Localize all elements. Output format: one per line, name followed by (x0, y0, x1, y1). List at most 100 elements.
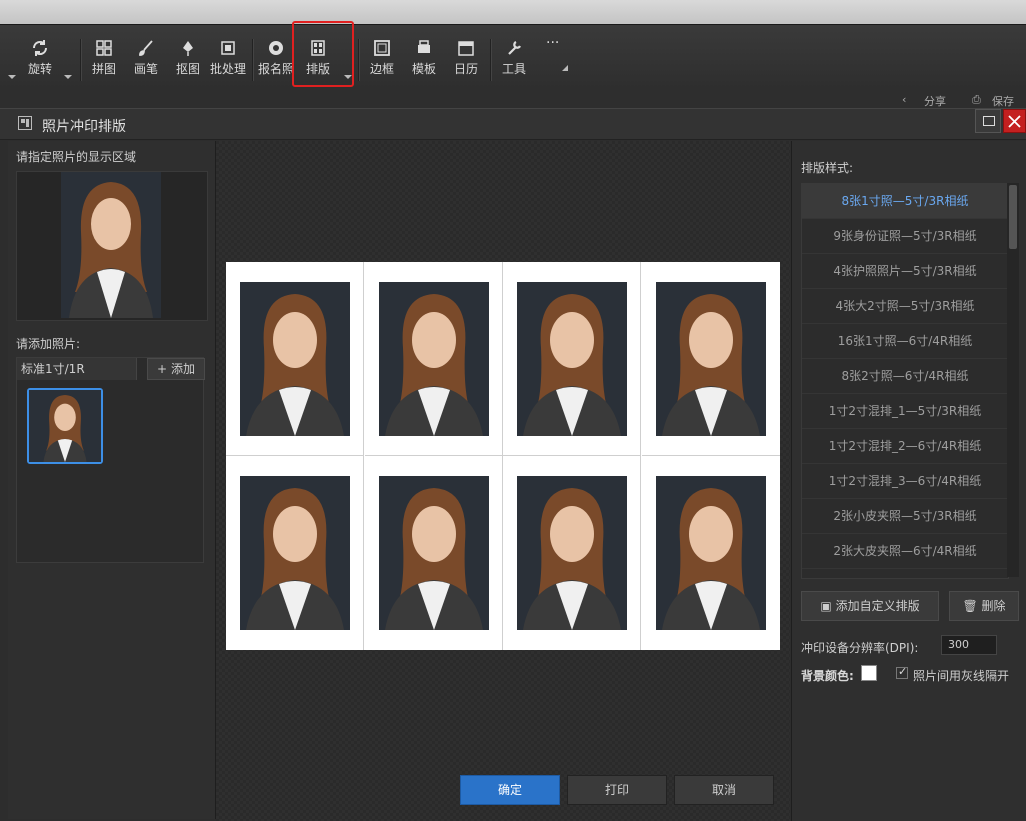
cancel-button[interactable]: 取消 (674, 775, 774, 805)
layout-style-item[interactable]: 8张2寸照—6寸/4R相纸 (802, 359, 1008, 394)
sub-toolbar: ‹ 分享 ⎙ 保存 (0, 88, 1026, 108)
chevron-down-icon[interactable] (8, 75, 16, 79)
layout-cell[interactable] (364, 262, 503, 456)
share-button[interactable]: 分享 (924, 93, 946, 109)
toolbar-label: 报名照 (257, 62, 294, 76)
share-icon[interactable]: ‹ (902, 93, 906, 106)
layout-cell[interactable] (503, 456, 641, 650)
left-panel: 请指定照片的显示区域 请添加照片: 标准1寸/1R + 添加 (8, 141, 216, 819)
add-photo-button-label: 添加 (170, 362, 195, 376)
layout-style-item[interactable]: 9张身份证照—5寸/3R相纸 (802, 219, 1008, 254)
maximize-button[interactable] (975, 109, 1001, 133)
calendar-icon (458, 41, 474, 56)
display-area-label: 请指定照片的显示区域 (16, 150, 137, 164)
id-photo (378, 282, 489, 436)
toolbar-rotate-button[interactable]: 旋转 (18, 39, 62, 77)
close-button[interactable] (1003, 109, 1026, 133)
layout-icon (18, 116, 32, 130)
template-icon (418, 40, 430, 53)
id-photo (378, 476, 489, 630)
layout-cell[interactable] (226, 262, 364, 456)
layout-cell[interactable] (641, 262, 780, 456)
add-layout-icon: ▣ (820, 599, 832, 613)
more-button[interactable]: ··· (546, 35, 559, 51)
toolbar-cutout-button[interactable]: 抠图 (166, 39, 210, 77)
save-button[interactable]: 保存 (992, 93, 1014, 109)
layout-style-item[interactable]: 16张1寸照—6寸/4R相纸 (802, 324, 1008, 359)
main-toolbar: 旋转 拼图 画笔 抠图 批处理 报名照 排版 边框 模板 日历 工具 ··· (0, 24, 1026, 89)
layout-canvas[interactable]: 确定 打印 取消 (216, 141, 790, 821)
add-photo-label: 请添加照片: (16, 337, 81, 351)
expand-corner-icon[interactable] (562, 65, 568, 71)
check-icon: ✓ (898, 665, 908, 678)
layout-style-item[interactable]: 1寸2寸混排_3—6寸/4R相纸 (802, 464, 1008, 499)
layout-cell[interactable] (365, 456, 503, 650)
toolbar-label: 抠图 (175, 62, 200, 76)
highlight-box (292, 21, 354, 87)
id-photo (517, 476, 627, 630)
toolbar-label: 模板 (411, 62, 436, 76)
layout-style-item[interactable]: 1寸2寸混排_1—5寸/3R相纸 (802, 394, 1008, 429)
toolbar-label: 工具 (501, 62, 526, 76)
print-sheet[interactable] (226, 262, 780, 650)
wrench-icon (508, 41, 521, 55)
toolbar-template-button[interactable]: 模板 (402, 39, 446, 77)
ok-button[interactable]: 确定 (460, 775, 560, 805)
id-photo (655, 476, 766, 630)
gray-line-label: 照片间用灰线隔开 (913, 669, 1010, 683)
pen-icon (183, 41, 193, 56)
add-photo-button[interactable]: + 添加 (147, 358, 205, 380)
layout-style-label: 排版样式: (801, 161, 854, 175)
print-layout-dialog: 照片冲印排版 请指定照片的显示区域 请添加照片: 标准1寸/1R + 添加 确定… (0, 108, 1026, 821)
rotate-icon (32, 40, 48, 56)
layout-style-item[interactable]: 2张大皮夹照—6寸/4R相纸 (802, 534, 1008, 569)
window-top-strip (0, 0, 1026, 24)
toolbar-label: 旋转 (27, 62, 52, 76)
scrollbar-thumb[interactable] (1009, 185, 1017, 249)
toolbar-frame-button[interactable]: 边框 (360, 39, 404, 77)
toolbar-label: 画笔 (133, 62, 158, 76)
grid-icon (96, 40, 112, 56)
delete-layout-button[interactable]: 🗑 删除 (949, 591, 1019, 621)
layout-cell[interactable] (503, 262, 641, 456)
layout-style-item[interactable]: 1寸2寸混排_2—6寸/4R相纸 (802, 429, 1008, 464)
toolbar-label: 拼图 (91, 62, 116, 76)
dialog-titlebar[interactable]: 照片冲印排版 (0, 109, 1026, 140)
toolbar-label: 边框 (369, 62, 394, 76)
layout-style-item[interactable]: 2张小皮夹照—5寸/3R相纸 (802, 499, 1008, 534)
id-photo (240, 282, 350, 436)
toolbar-label: 日历 (453, 62, 478, 76)
display-area-preview[interactable] (16, 171, 208, 321)
portrait-photo (29, 390, 101, 462)
delete-layout-label: 删除 (981, 599, 1006, 613)
dialog-title: 照片冲印排版 (42, 119, 126, 135)
toolbar-collage-button[interactable]: 拼图 (82, 39, 126, 77)
background-color-swatch[interactable] (861, 665, 877, 681)
save-icon[interactable]: ⎙ (972, 93, 981, 107)
dpi-input[interactable]: 300 (941, 635, 997, 655)
add-custom-layout-button[interactable]: ▣ 添加自定义排版 (801, 591, 939, 621)
toolbar-batch-button[interactable]: 批处理 (206, 39, 250, 77)
layout-cell[interactable] (642, 456, 780, 650)
chevron-down-icon[interactable] (64, 75, 72, 79)
print-button[interactable]: 打印 (567, 775, 667, 805)
background-color-label: 背景颜色: (801, 669, 854, 683)
photo-tab-panel: 标准1寸/1R + 添加 (16, 357, 205, 563)
gray-line-checkbox[interactable]: ✓ (896, 665, 908, 679)
tab-standard-1-inch[interactable]: 标准1寸/1R (17, 358, 137, 380)
brush-icon (139, 40, 153, 56)
layout-style-item[interactable]: 8张1寸照—5寸/3R相纸 (802, 184, 1008, 219)
frame-icon (374, 40, 390, 56)
layout-style-list[interactable]: 8张1寸照—5寸/3R相纸 9张身份证照—5寸/3R相纸 4张护照照片—5寸/3R相… (801, 183, 1009, 579)
photo-thumbnail[interactable] (27, 388, 103, 464)
camera-icon (269, 41, 283, 55)
dpi-label: 冲印设备分辨率(DPI): (801, 641, 919, 655)
toolbar-brush-button[interactable]: 画笔 (124, 39, 168, 77)
layout-cell[interactable] (226, 456, 364, 650)
batch-icon (221, 41, 235, 55)
toolbar-calendar-button[interactable]: 日历 (444, 39, 488, 77)
layout-style-item[interactable]: 4张大2寸照—5寸/3R相纸 (802, 289, 1008, 324)
layout-style-item[interactable]: 4张护照照片—5寸/3R相纸 (802, 254, 1008, 289)
id-photo (240, 476, 350, 630)
toolbar-tools-button[interactable]: 工具 (492, 39, 536, 77)
